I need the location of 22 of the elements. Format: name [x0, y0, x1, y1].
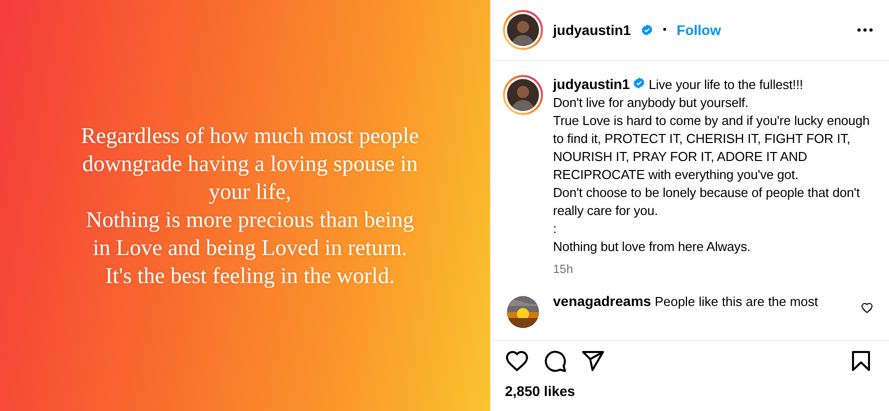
comment-text: venagadreams People like this are the most [553, 292, 819, 311]
bookmark-icon[interactable] [849, 349, 873, 373]
quote-text: downgrade having a loving spouse in [82, 150, 418, 178]
more-options-icon[interactable] [857, 28, 873, 32]
avatar-icon[interactable] [503, 75, 543, 115]
post-time: 15h [553, 262, 574, 276]
comment-icon[interactable] [543, 349, 567, 373]
username-link[interactable]: venagadreams [553, 293, 652, 309]
username-link[interactable]: judyaustin1 [553, 22, 631, 38]
separator-dot: • [662, 24, 667, 36]
quote-text: It's the best feeling in the world. [105, 262, 395, 290]
send-icon[interactable] [581, 349, 605, 373]
quote-text: Regardless of how much most people [80, 122, 420, 150]
caption-text: judyaustin1 Live your life to the fullest!!! Don't live for anybody but yourself. True Love is hard to come by and if you're lucky enough to find it, PROTECT IT, CHERISH IT, FIGHT FOR IT, NOURISH IT, PRAY FOR IT, ADORE IT AND RECIPROCATE with everything you've got. Don't choose to be lonely because of people that don't really care for you. : Nothing but love from here Always. [553, 75, 871, 256]
heart-icon[interactable] [505, 349, 529, 373]
avatar-icon[interactable] [503, 10, 543, 50]
quote-text: Nothing is more precious than being [86, 206, 414, 234]
quote-text: your life, [208, 178, 292, 206]
quote-text: in Love and being Loved in return. [92, 234, 408, 262]
heart-icon[interactable] [861, 302, 873, 314]
likes-count[interactable]: 2,850 likes [491, 377, 889, 411]
username-link[interactable]: judyaustin1 [553, 76, 630, 92]
